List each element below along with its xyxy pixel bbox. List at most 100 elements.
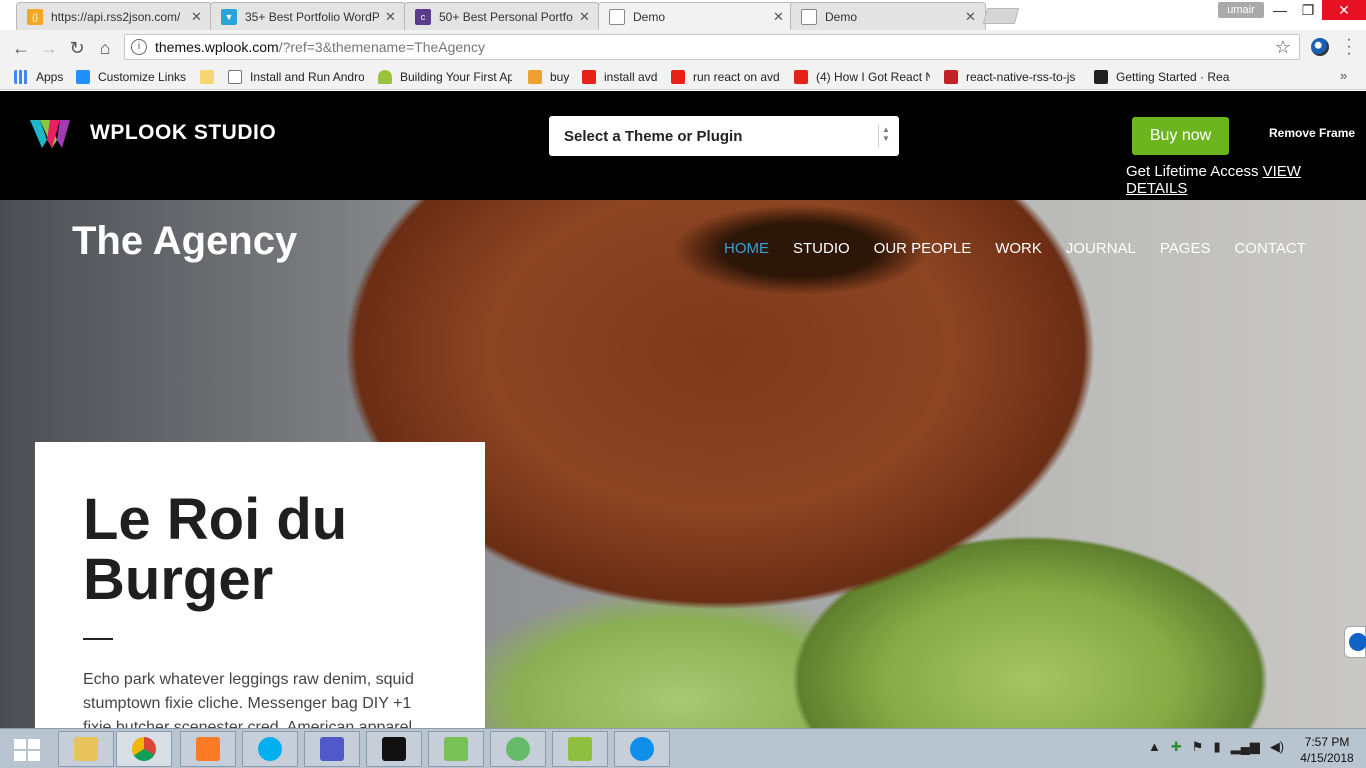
android-studio-taskbar[interactable] [428, 731, 484, 767]
colorlib-favicon-icon: c [415, 8, 431, 25]
profile-button[interactable]: umair [1218, 2, 1264, 18]
lifetime-access: Get Lifetime Access VIEW DETAILS [1126, 163, 1366, 197]
new-tab-button[interactable] [982, 8, 1020, 24]
bookmark-star-icon[interactable]: ☆ [1275, 37, 1291, 58]
bookmark-item[interactable]: react-native-rss-to-js [944, 69, 1080, 85]
close-tab-icon[interactable]: ✕ [579, 9, 591, 25]
bookmark-apps[interactable]: Apps [14, 69, 74, 85]
nav-home[interactable]: HOME [724, 240, 769, 257]
volume-icon[interactable]: ◀) [1270, 739, 1284, 755]
shield-plus-icon[interactable]: ✚ [1171, 739, 1182, 755]
battery-icon[interactable]: ▮ [1213, 739, 1220, 755]
bookmark-folder[interactable] [200, 69, 220, 85]
clock-time: 7:57 PM [1304, 735, 1350, 749]
hero-text: Echo park whatever leggings raw denim, s… [83, 671, 414, 728]
bookmark-item[interactable]: Getting Started · Reac [1094, 69, 1230, 85]
browser-toolbar: ← → ↻ ⌂ i themes.wplook.com/?ref=3&theme… [0, 30, 1366, 64]
wplook-brand[interactable]: WPLOOK STUDIO [90, 121, 276, 145]
signal-icon[interactable]: ▂▄▆ [1231, 739, 1260, 755]
file-explorer-taskbar[interactable] [58, 731, 114, 767]
nav-pages[interactable]: PAGES [1160, 240, 1211, 257]
flag-icon[interactable]: ⚑ [1192, 739, 1204, 755]
nav-work[interactable]: WORK [995, 240, 1042, 257]
close-window-icon[interactable]: ✕ [1322, 0, 1366, 20]
skype-taskbar[interactable] [242, 731, 298, 767]
site-nav: HOME STUDIO OUR PEOPLE WORK JOURNAL PAGE… [724, 240, 1306, 257]
more-bookmarks-icon[interactable]: » [1340, 68, 1347, 83]
page-favicon-icon [801, 8, 817, 25]
bookmark-item[interactable]: Customize Links [76, 69, 191, 85]
teamviewer-widget[interactable] [1344, 626, 1366, 658]
theme-select-dropdown[interactable]: Select a Theme or Plugin ▲ ▼ [549, 116, 899, 156]
close-tab-icon[interactable]: ✕ [385, 9, 397, 25]
nav-studio[interactable]: STUDIO [793, 240, 850, 257]
home-icon[interactable]: ⌂ [94, 37, 116, 59]
bookmark-item[interactable]: Building Your First Ap [378, 69, 512, 85]
hero-heading: Le Roi du Burger [83, 487, 348, 612]
forward-arrow-icon[interactable]: → [38, 37, 60, 59]
tab-title: https://api.rss2json.com/ [51, 9, 181, 24]
close-tab-icon[interactable]: ✕ [773, 9, 785, 25]
hand-icon [528, 70, 542, 84]
browser-tab[interactable]: ▼ 35+ Best Portfolio WordPress ✕ [210, 2, 406, 30]
youtube-icon [582, 70, 596, 84]
show-hidden-icons-icon[interactable]: ▲ [1148, 739, 1161, 755]
npm-icon [944, 70, 958, 84]
bookmark-item[interactable]: run react on avd [671, 69, 785, 85]
address-bar[interactable]: i themes.wplook.com/?ref=3&themename=The… [124, 34, 1300, 60]
android-studio-icon [444, 737, 468, 761]
bird-favicon-icon: ▼ [221, 8, 237, 25]
nav-contact[interactable]: CONTACT [1234, 240, 1305, 257]
chrome-icon [132, 737, 156, 761]
bookmark-item[interactable]: buy [528, 69, 574, 85]
teamviewer-taskbar[interactable] [614, 731, 670, 767]
bookmark-item[interactable]: (4) How I Got React N [794, 69, 930, 85]
browser-tab[interactable]: Demo ✕ [790, 2, 986, 30]
bookmark-item[interactable]: install avd [582, 69, 662, 85]
windows-start-icon[interactable] [14, 739, 40, 761]
chrome-taskbar[interactable] [116, 731, 172, 767]
theme-select-label: Select a Theme or Plugin [564, 127, 743, 145]
heading-divider [83, 638, 113, 640]
close-tab-icon[interactable]: ✕ [191, 9, 203, 25]
folder-icon [74, 737, 98, 761]
info-icon[interactable]: i [131, 39, 147, 55]
wplook-header: WPLOOK STUDIO Select a Theme or Plugin ▲… [0, 91, 1366, 200]
taskbar-clock[interactable]: 7:57 PM 4/15/2018 [1296, 734, 1358, 766]
browser-tab[interactable]: c 50+ Best Personal Portfolio ✕ [404, 2, 600, 30]
atom-icon [506, 737, 530, 761]
nav-journal[interactable]: JOURNAL [1066, 240, 1136, 257]
hero-section: The Agency HOME STUDIO OUR PEOPLE WORK J… [0, 200, 1366, 728]
site-title[interactable]: The Agency [72, 219, 297, 264]
kebab-menu-icon[interactable]: · · · [1344, 32, 1354, 62]
teams-taskbar[interactable] [304, 731, 360, 767]
atom-taskbar[interactable] [490, 731, 546, 767]
android-icon [378, 70, 392, 84]
restore-icon[interactable]: ❐ [1294, 0, 1322, 20]
notepad-plus-taskbar[interactable] [552, 731, 608, 767]
reload-icon[interactable]: ↻ [66, 37, 88, 59]
bookmark-item[interactable]: Install and Run Andro [228, 69, 364, 85]
close-tab-icon[interactable]: ✕ [965, 9, 977, 25]
remove-frame-link[interactable]: Remove Frame [1269, 126, 1355, 140]
browser-tab[interactable]: {} https://api.rss2json.com/ ✕ [16, 2, 212, 30]
xampp-taskbar[interactable] [180, 731, 236, 767]
minimize-icon[interactable]: — [1266, 0, 1294, 20]
json-favicon-icon: {} [27, 8, 43, 25]
skype-icon [258, 737, 282, 761]
system-tray: ▲ ✚ ⚑ ▮ ▂▄▆ ◀) [1148, 739, 1284, 755]
extension-icon[interactable] [1311, 38, 1329, 56]
buy-now-button[interactable]: Buy now [1132, 117, 1229, 155]
browser-tab-active[interactable]: Demo ✕ [598, 2, 794, 30]
notepad-icon [568, 737, 592, 761]
back-arrow-icon[interactable]: ← [10, 37, 32, 59]
nav-our-people[interactable]: OUR PEOPLE [874, 240, 972, 257]
windows-flag-icon [76, 70, 90, 84]
command-prompt-taskbar[interactable] [366, 731, 422, 767]
bookmarks-bar: Apps Customize Links Install and Run And… [0, 64, 1366, 90]
windows-taskbar: ▲ ✚ ⚑ ▮ ▂▄▆ ◀) 7:57 PM 4/15/2018 [0, 728, 1366, 768]
youtube-icon [794, 70, 808, 84]
hero-card: Le Roi du Burger Echo park whatever legg… [35, 442, 485, 728]
teamviewer-icon [1349, 633, 1366, 651]
lifetime-text: Get Lifetime Access [1126, 163, 1259, 180]
